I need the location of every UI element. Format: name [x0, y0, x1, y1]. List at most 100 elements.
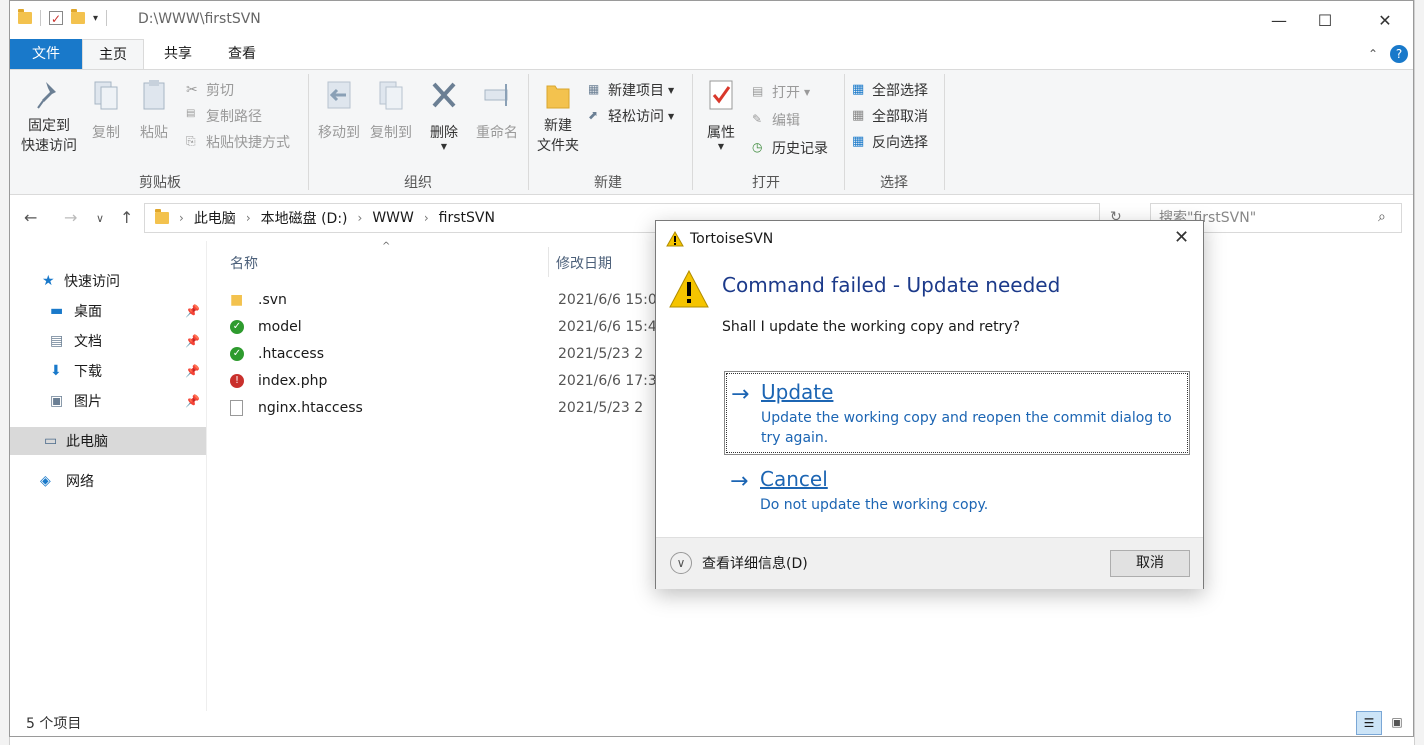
move-to-label: 移动到 — [318, 125, 360, 141]
paste-button[interactable]: 粘贴 — [134, 78, 174, 142]
window-title: D:\WWW\firstSVN — [138, 11, 261, 27]
cancel-command-description: Do not update the working copy. — [760, 497, 989, 513]
details-view-icon[interactable]: ☰ — [1356, 711, 1382, 735]
customize-qat-chevron-icon[interactable]: ▾ — [93, 13, 98, 24]
sidebar-item-label: 桌面 — [74, 304, 102, 320]
delete-button[interactable]: 删除 ▼ — [424, 78, 464, 151]
properties-icon — [709, 80, 733, 110]
copy-to-button[interactable]: 复制到 — [366, 78, 416, 142]
minimize-button[interactable]: — — [1256, 1, 1302, 39]
copy-to-icon — [379, 81, 403, 110]
group-label-clipboard: 剪贴板 — [139, 175, 181, 191]
history-icon: ◷ — [752, 140, 763, 154]
separator — [40, 10, 41, 26]
group-label-open: 打开 — [752, 175, 780, 191]
paste-shortcut-icon: ⎘ — [186, 134, 196, 148]
crumb-www[interactable]: WWW — [372, 210, 414, 226]
new-folder-button[interactable]: 新建 文件夹 — [532, 78, 584, 156]
new-folder-qat-icon[interactable] — [71, 9, 85, 24]
dialog-close-icon[interactable]: ✕ — [1174, 227, 1189, 248]
collapse-ribbon-icon[interactable]: ⌃ — [1368, 47, 1378, 61]
star-icon: ★ — [42, 273, 55, 289]
easy-access-dropdown-icon: ▼ — [668, 111, 675, 121]
sidebar-item-this-pc[interactable]: ▭ 此电脑 — [10, 427, 206, 455]
copy-button[interactable]: 复制 — [86, 78, 126, 142]
update-command-link[interactable]: → Update Update the working copy and reo… — [724, 371, 1190, 455]
select-all-label: 全部选择 — [872, 83, 928, 99]
open-button[interactable]: ▤ 打开 ▼ — [752, 82, 810, 102]
edit-button[interactable]: ✎ 编辑 — [752, 110, 800, 130]
large-icons-view-icon[interactable]: ▣ — [1386, 711, 1408, 733]
search-icon[interactable]: ⌕ — [1378, 209, 1386, 225]
crumb-firstsvn[interactable]: firstSVN — [439, 210, 495, 226]
pictures-icon: ▣ — [50, 393, 64, 409]
file-row[interactable]: ✓ model 2021/6/6 15:4 — [230, 314, 660, 340]
recent-locations-chevron-icon[interactable]: ∨ — [96, 212, 104, 225]
history-button[interactable]: ◷ 历史记录 — [752, 138, 828, 158]
properties-button[interactable]: 属性 ▼ — [698, 78, 744, 151]
sidebar-item-pictures[interactable]: ▣ 图片 📌 — [10, 387, 206, 415]
copy-path-label: 复制路径 — [206, 109, 262, 125]
group-label-select: 选择 — [880, 175, 908, 191]
group-separator — [944, 74, 945, 190]
group-label-organize: 组织 — [404, 175, 432, 191]
sidebar-item-documents[interactable]: ▤ 文档 📌 — [10, 327, 206, 355]
chevron-right-icon[interactable]: › — [246, 211, 251, 225]
tab-share[interactable]: 共享 — [150, 39, 206, 69]
paste-shortcut-button[interactable]: ⎘ 粘贴快捷方式 — [186, 132, 290, 152]
select-none-button[interactable]: ▦ 全部取消 — [852, 106, 928, 126]
dialog-footer: ∨ 查看详细信息(D) 取消 — [656, 537, 1203, 589]
tab-view[interactable]: 查看 — [214, 39, 270, 69]
copy-icon — [94, 81, 118, 110]
column-header-name[interactable]: 名称 — [230, 253, 258, 273]
back-arrow-icon[interactable]: ← — [24, 208, 37, 227]
column-divider[interactable] — [548, 247, 549, 277]
file-icon — [230, 400, 243, 416]
arrow-right-icon: → — [731, 382, 750, 407]
maximize-button[interactable]: ☐ — [1302, 1, 1348, 39]
crumb-local-disk[interactable]: 本地磁盘 (D:) — [261, 208, 348, 228]
close-button[interactable]: ✕ — [1362, 1, 1408, 39]
select-all-button[interactable]: ▦ 全部选择 — [852, 80, 928, 100]
properties-qat-icon[interactable]: ✓ — [49, 11, 63, 26]
move-to-button[interactable]: 移动到 — [314, 78, 364, 142]
new-item-button[interactable]: ▦ 新建项目 ▼ — [588, 80, 674, 100]
open-icon: ▤ — [752, 84, 764, 98]
forward-arrow-icon[interactable]: → — [64, 208, 77, 227]
file-row[interactable]: ✓ .htaccess 2021/5/23 2 — [230, 341, 660, 367]
download-arrow-icon: ⬇ — [50, 363, 62, 379]
copy-path-button[interactable]: ▤ 复制路径 — [186, 106, 262, 126]
file-row[interactable]: ! index.php 2021/6/6 17:3 — [230, 368, 660, 394]
edit-icon: ✎ — [752, 112, 763, 126]
history-label: 历史记录 — [772, 141, 828, 157]
sidebar-item-quick-access[interactable]: ★ 快速访问 — [10, 267, 206, 295]
sidebar-item-network[interactable]: ◈ 网络 — [10, 467, 206, 495]
up-arrow-icon[interactable]: ↑ — [120, 208, 133, 227]
sidebar-item-desktop[interactable]: ▬ 桌面 📌 — [10, 297, 206, 325]
file-date: 2021/6/6 17:3 — [558, 373, 657, 389]
cut-button[interactable]: ✂ 剪切 — [186, 80, 234, 100]
chevron-right-icon[interactable]: › — [179, 211, 184, 225]
chevron-right-icon[interactable]: › — [358, 211, 363, 225]
show-details-toggle[interactable]: ∨ 查看详细信息(D) — [670, 552, 808, 574]
help-icon[interactable]: ? — [1390, 45, 1408, 63]
pin-quick-access-button[interactable]: 固定到 快速访问 — [14, 78, 84, 156]
file-name: model — [258, 319, 302, 335]
chevron-right-icon[interactable]: › — [424, 211, 429, 225]
easy-access-button[interactable]: ⬈ 轻松访问 ▼ — [588, 106, 674, 126]
column-header-date[interactable]: 修改日期 — [556, 253, 612, 273]
file-name: .htaccess — [258, 346, 324, 362]
cancel-command-link[interactable]: → Cancel Do not update the working copy. — [724, 467, 1190, 519]
file-row[interactable]: nginx.htaccess 2021/5/23 2 — [230, 395, 660, 421]
file-date: 2021/5/23 2 — [558, 346, 644, 362]
cancel-button[interactable]: 取消 — [1110, 550, 1190, 577]
crumb-this-pc[interactable]: 此电脑 — [194, 208, 236, 228]
sidebar-item-downloads[interactable]: ⬇ 下载 📌 — [10, 357, 206, 385]
file-name: .svn — [258, 292, 287, 308]
tab-file[interactable]: 文件 — [10, 39, 82, 69]
tab-home[interactable]: 主页 — [82, 39, 144, 69]
invert-selection-button[interactable]: ▦ 反向选择 — [852, 132, 928, 152]
rename-button[interactable]: 重命名 — [470, 78, 524, 142]
file-row[interactable]: ■ .svn 2021/6/6 15:0 — [230, 287, 660, 313]
ribbon: 固定到 快速访问 复制 粘贴 ✂ 剪切 ▤ 复制路径 ⎘ 粘贴快捷方式 剪贴板 移动到… — [10, 69, 1413, 195]
